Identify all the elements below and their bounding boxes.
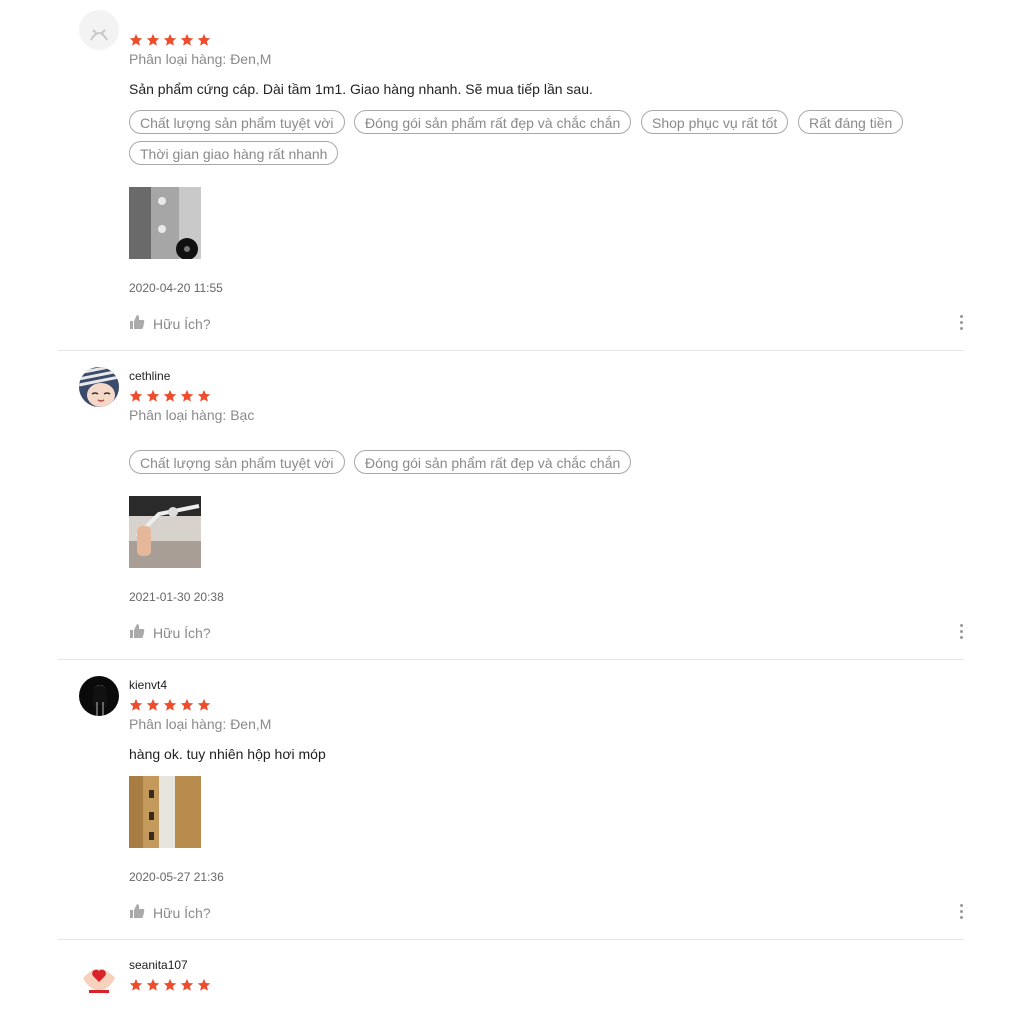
review-comment: Sản phẩm cứng cáp. Dài tầm 1m1. Giao hàn…: [129, 81, 593, 97]
review-tag: Thời gian giao hàng rất nhanh: [129, 141, 339, 165]
thumbs-up-icon: [129, 903, 145, 922]
thumbs-up-icon: [129, 623, 145, 642]
star-icon: [129, 33, 143, 46]
review-tag: Shop phục vụ rất tốt: [641, 110, 789, 134]
review-tag: Đóng gói sản phẩm rất đẹp và chắc chắn: [354, 110, 632, 134]
username[interactable]: seanita107: [129, 958, 188, 972]
review-item: cethline Phân loại hàng: Bạc Chất lượng …: [58, 351, 964, 660]
star-icon: [163, 33, 177, 46]
review-tag: Đóng gói sản phẩm rất đẹp và chắc chắn: [354, 450, 632, 474]
helpful-button[interactable]: Hữu Ích?: [129, 314, 211, 333]
helpful-button[interactable]: Hữu Ích?: [129, 903, 211, 922]
review-image-thumbnail[interactable]: [129, 187, 201, 259]
star-icon: [197, 978, 211, 991]
more-vertical-icon: [959, 904, 963, 907]
thumbs-up-icon: [129, 314, 145, 333]
rating-stars: [129, 698, 211, 712]
more-vertical-icon: [959, 624, 963, 627]
review-item: Phân loại hàng: Đen,M Sản phẩm cứng cáp.…: [58, 0, 964, 351]
rating-stars: [129, 389, 211, 403]
review-image-thumbnail[interactable]: [129, 776, 201, 848]
star-icon: [129, 978, 143, 991]
review-tag: Chất lượng sản phẩm tuyệt vời: [129, 110, 345, 134]
star-icon: [129, 698, 143, 711]
review-date: 2020-05-27 21:36: [129, 870, 224, 884]
star-icon: [163, 698, 177, 711]
star-icon: [146, 978, 160, 991]
star-icon: [146, 698, 160, 711]
star-icon: [180, 698, 194, 711]
star-icon: [163, 389, 177, 402]
helpful-label: Hữu Ích?: [153, 624, 211, 641]
review-tag: Rất đáng tiền: [798, 110, 904, 134]
rating-stars: [129, 978, 211, 992]
star-icon: [180, 978, 194, 991]
star-icon: [163, 978, 177, 991]
review-item: seanita107: [58, 940, 964, 1024]
avatar[interactable]: [79, 10, 119, 50]
avatar[interactable]: [79, 367, 119, 407]
star-icon: [197, 698, 211, 711]
review-item: kienvt4 Phân loại hàng: Đen,M hàng ok. t…: [58, 660, 964, 940]
helpful-button[interactable]: Hữu Ích?: [129, 623, 211, 642]
star-icon: [146, 389, 160, 402]
review-image-thumbnail[interactable]: [129, 496, 201, 568]
review-tag: Chất lượng sản phẩm tuyệt vời: [129, 450, 345, 474]
star-icon: [197, 33, 211, 46]
more-options-button[interactable]: [958, 624, 964, 639]
variant-label: Phân loại hàng: Bạc: [129, 407, 255, 423]
avatar[interactable]: [79, 676, 119, 716]
more-options-button[interactable]: [958, 904, 964, 919]
review-content: kienvt4 Phân loại hàng: Đen,M hàng ok. t…: [129, 660, 964, 940]
star-icon: [129, 389, 143, 402]
more-options-button[interactable]: [958, 315, 964, 330]
helpful-label: Hữu Ích?: [153, 904, 211, 921]
review-date: 2021-01-30 20:38: [129, 590, 224, 604]
review-content: cethline Phân loại hàng: Bạc Chất lượng …: [129, 351, 964, 660]
variant-label: Phân loại hàng: Đen,M: [129, 51, 272, 67]
star-icon: [180, 33, 194, 46]
review-comment: hàng ok. tuy nhiên hộp hơi móp: [129, 746, 326, 762]
more-vertical-icon: [959, 315, 963, 318]
avatar[interactable]: [79, 956, 119, 996]
star-icon: [146, 33, 160, 46]
rating-stars: [129, 33, 211, 47]
review-content: seanita107: [129, 940, 964, 1024]
variant-label: Phân loại hàng: Đen,M: [129, 716, 272, 732]
helpful-label: Hữu Ích?: [153, 315, 211, 332]
star-icon: [197, 389, 211, 402]
username[interactable]: kienvt4: [129, 678, 167, 692]
review-date: 2020-04-20 11:55: [129, 281, 223, 295]
star-icon: [180, 389, 194, 402]
username[interactable]: cethline: [129, 369, 170, 383]
review-content: Phân loại hàng: Đen,M Sản phẩm cứng cáp.…: [129, 0, 964, 351]
